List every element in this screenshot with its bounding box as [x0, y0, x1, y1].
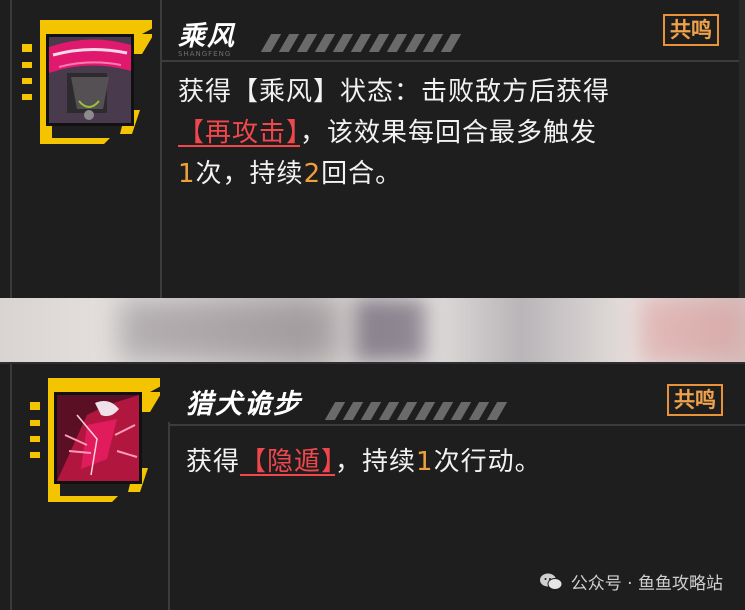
desc-text: 次行动。 — [433, 447, 542, 477]
skill-icon-chengfeng — [22, 14, 152, 144]
keyword-link-reattack[interactable]: 【再攻击】 — [178, 118, 300, 148]
skill-title: 乘风 — [178, 21, 236, 52]
skill-description: 获得【隐遁】，持续1次行动。 — [186, 442, 726, 483]
desc-text: 次，持续 — [195, 159, 304, 189]
desc-text: 回合。 — [321, 159, 403, 189]
decor-stripes — [324, 402, 508, 420]
background-scene-strip — [0, 298, 745, 362]
skill-card-liequan: 猎犬诡步 共鸣 获得【隐遁】，持续1次行动。 公众号 · 鱼鱼攻略站 — [0, 362, 745, 610]
watermark-text: 公众号 · 鱼鱼攻略站 — [570, 574, 723, 594]
watermark: 公众号 · 鱼鱼攻略站 — [539, 569, 723, 594]
divider-line — [168, 422, 170, 610]
desc-text: ，持续 — [335, 447, 417, 477]
skill-subtitle: SHANGFENG — [178, 50, 232, 58]
desc-text: ，该效果每回合最多触发 — [300, 118, 598, 148]
card-frame-edge — [10, 0, 12, 298]
skill-description: 获得【乘风】状态：击败敌方后获得 【再攻击】，该效果每回合最多触发 1次，持续2… — [178, 72, 718, 195]
decor-stripes — [260, 34, 462, 52]
desc-text: 获得 — [186, 447, 241, 477]
character-portrait — [46, 34, 134, 126]
skill-icon-liequan — [30, 372, 160, 502]
number-value: 1 — [178, 159, 196, 189]
number-value: 1 — [416, 447, 434, 477]
wechat-icon — [539, 573, 563, 590]
divider-line — [160, 0, 162, 298]
resonance-badge: 共鸣 — [667, 384, 723, 416]
skill-card-chengfeng: 乘风 SHANGFENG 共鸣 获得【乘风】状态：击败敌方后获得 【再攻击】，该… — [0, 0, 745, 298]
divider-line — [160, 60, 739, 62]
skill-title: 猎犬诡步 — [186, 389, 302, 420]
card-frame-edge — [10, 362, 12, 610]
resonance-badge: 共鸣 — [663, 14, 719, 46]
number-value: 2 — [303, 159, 322, 189]
divider-line — [0, 362, 745, 364]
desc-text: 获得【乘风】状态：击败敌方后获得 — [178, 77, 611, 107]
keyword-link-stealth[interactable]: 【隐遁】 — [240, 447, 335, 477]
character-portrait — [54, 392, 142, 484]
divider-line — [168, 424, 745, 426]
